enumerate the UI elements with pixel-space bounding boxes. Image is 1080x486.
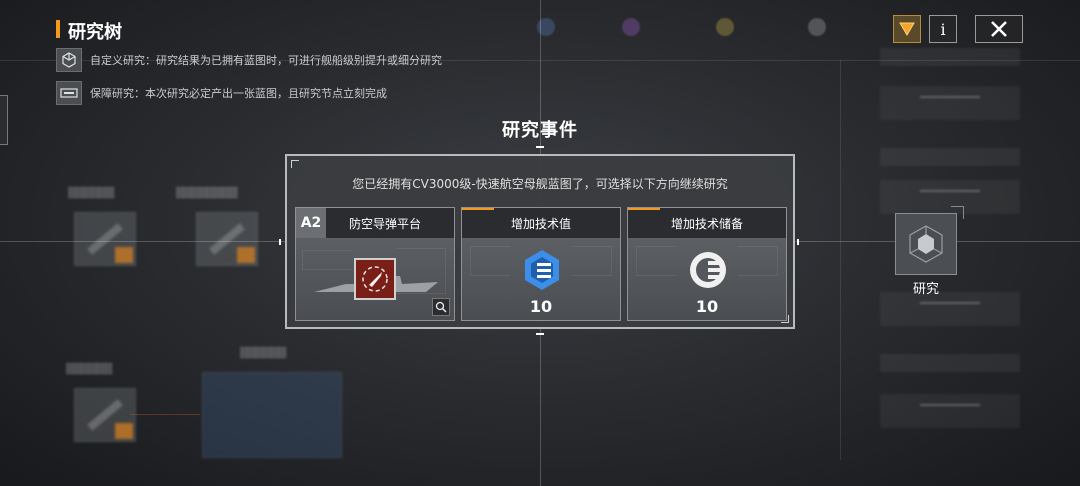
option-header: 增加技术储备 <box>628 208 786 238</box>
tech-reserve-icon <box>690 252 726 288</box>
close-button[interactable] <box>975 15 1023 43</box>
filter-triangle-icon <box>899 22 915 36</box>
dialog-title: 研究事件 <box>502 120 578 141</box>
research-event-dialog: 您已经拥有CV3000级-快速航空母舰蓝图了，可选择以下方向继续研究 防空导弹平… <box>285 154 795 329</box>
research-hex-icon <box>909 225 943 263</box>
dialog-message: 您已经拥有CV3000级-快速航空母舰蓝图了，可选择以下方向继续研究 <box>352 177 728 191</box>
option-value: 10 <box>529 297 553 316</box>
option-add-tech-value[interactable]: 增加技术值 10 <box>461 207 621 321</box>
option-body: 10 <box>628 238 786 320</box>
cube-icon <box>56 48 82 72</box>
research-label: 研究 <box>912 282 939 297</box>
filter-button[interactable] <box>893 15 921 43</box>
info-button[interactable]: i <box>929 15 957 43</box>
info-text: 保障研究：本次研究必定产出一张蓝图，且研究节点立刻完成 <box>90 87 387 100</box>
option-add-tech-reserve[interactable]: 增加技术储备 10 <box>627 207 787 321</box>
side-tab[interactable] <box>0 95 8 145</box>
option-label: 增加技术储备 <box>670 216 743 231</box>
magnifier-icon[interactable] <box>432 298 450 316</box>
grade-badge: A2 <box>296 208 326 238</box>
option-header: 增加技术值 <box>462 208 620 238</box>
close-icon <box>991 21 1007 37</box>
option-anti-air-missile[interactable]: 防空导弹平台 A2 <box>295 207 455 321</box>
tech-value-icon <box>525 250 559 290</box>
info-row-guarantee: 保障研究：本次研究必定产出一张蓝图，且研究节点立刻完成 <box>56 81 387 105</box>
info-row-custom: 自定义研究：研究结果为已拥有蓝图时，可进行舰船级别提升或细分研究 <box>56 48 442 72</box>
option-body: 10 <box>462 238 620 320</box>
page-title: 研究树 <box>68 22 122 43</box>
blueprint-card-icon <box>56 81 82 105</box>
research-node[interactable] <box>895 206 964 275</box>
option-label: 防空导弹平台 <box>348 216 421 231</box>
option-value: 10 <box>695 297 719 316</box>
info-text: 自定义研究：研究结果为已拥有蓝图时，可进行舰船级别提升或细分研究 <box>90 54 442 67</box>
option-label: 增加技术值 <box>510 216 571 231</box>
option-body <box>296 238 454 320</box>
title-accent <box>56 20 60 38</box>
missile-icon <box>354 258 396 300</box>
